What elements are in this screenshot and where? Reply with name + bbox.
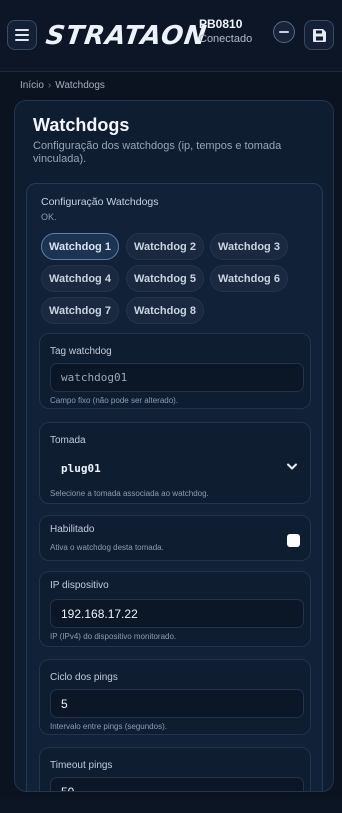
watchdog-tab-1[interactable]: Watchdog 1 [41,233,119,260]
watchdog-tab-5[interactable]: Watchdog 5 [126,265,204,292]
tag-input: watchdog01 [50,363,304,392]
tomada-field-card: Tomada plug01 Selecione a tomada associa… [39,422,311,504]
watchdog-tab-3[interactable]: Watchdog 3 [210,233,288,260]
connection-status: Conectado [199,33,253,45]
watchdog-tab-8[interactable]: Watchdog 8 [126,297,204,324]
timeout-value: 50 [61,784,75,792]
ciclo-label: Ciclo dos pings [50,672,118,683]
menu-button[interactable] [7,20,37,50]
theme-toggle-icon [279,31,289,33]
ip-input[interactable]: 192.168.17.22 [50,599,304,628]
ip-value: 192.168.17.22 [61,606,138,621]
habilitado-checkbox[interactable] [287,534,300,547]
breadcrumb-home[interactable]: Início [20,80,44,91]
watchdog-config-card: Configuração Watchdogs OK. Watchdog 1 Wa… [26,183,323,792]
tag-field-card: Tag watchdog watchdog01 Campo fixo (não … [39,333,311,409]
tag-value: watchdog01 [61,371,128,384]
brand-logo: STRATAON [43,21,210,51]
breadcrumb-current: Watchdogs [55,80,105,91]
ip-label: IP dispositivo [50,580,109,591]
watchdog-tab-6[interactable]: Watchdog 6 [210,265,288,292]
tomada-label: Tomada [50,435,86,446]
ciclo-help: Intervalo entre pings (segundos). [50,722,167,731]
chevron-down-icon [287,463,297,470]
breadcrumb-separator: › [47,80,52,91]
ip-help: IP (IPv4) do dispositivo monitorado. [50,632,177,641]
save-icon [312,28,326,42]
config-title: Configuração Watchdogs [41,196,159,208]
breadcrumb: Início › Watchdogs [20,80,105,91]
tag-label: Tag watchdog [50,346,112,357]
main-panel: Watchdogs Configuração dos watchdogs (ip… [14,100,334,792]
ciclo-field-card: Ciclo dos pings 5 Intervalo entre pings … [39,659,311,735]
page-title: Watchdogs [33,115,130,135]
tag-help: Campo fixo (não pode ser alterado). [50,396,179,405]
watchdog-tab-7[interactable]: Watchdog 7 [41,297,119,324]
habilitado-field-card: Habilitado Ativa o watchdog desta tomada… [39,515,311,561]
timeout-field-card: Timeout pings 50 [39,747,311,792]
config-status: OK. [41,212,57,222]
tomada-value: plug01 [61,462,101,475]
timeout-input[interactable]: 50 [50,777,304,792]
habilitado-help: Ativa o watchdog desta tomada. [50,543,164,552]
page-description: Configuração dos watchdogs (ip, tempos e… [33,140,282,165]
save-button[interactable] [304,20,334,50]
device-id: PB0810 [199,17,243,31]
watchdog-tab-4[interactable]: Watchdog 4 [41,265,119,292]
menu-icon [15,29,29,41]
ciclo-input[interactable]: 5 [50,689,304,718]
app-header: STRATAON PB0810 Conectado [0,0,342,72]
watchdog-tab-2[interactable]: Watchdog 2 [126,233,204,260]
tomada-select[interactable]: plug01 [50,454,304,483]
tomada-help: Selecione a tomada associada ao watchdog… [50,489,209,498]
ip-field-card: IP dispositivo 192.168.17.22 IP (IPv4) d… [39,571,311,647]
habilitado-label: Habilitado [50,524,95,535]
bottom-bar [0,796,342,813]
theme-toggle-button[interactable] [273,21,295,43]
ciclo-value: 5 [61,696,68,711]
timeout-label: Timeout pings [50,760,113,771]
